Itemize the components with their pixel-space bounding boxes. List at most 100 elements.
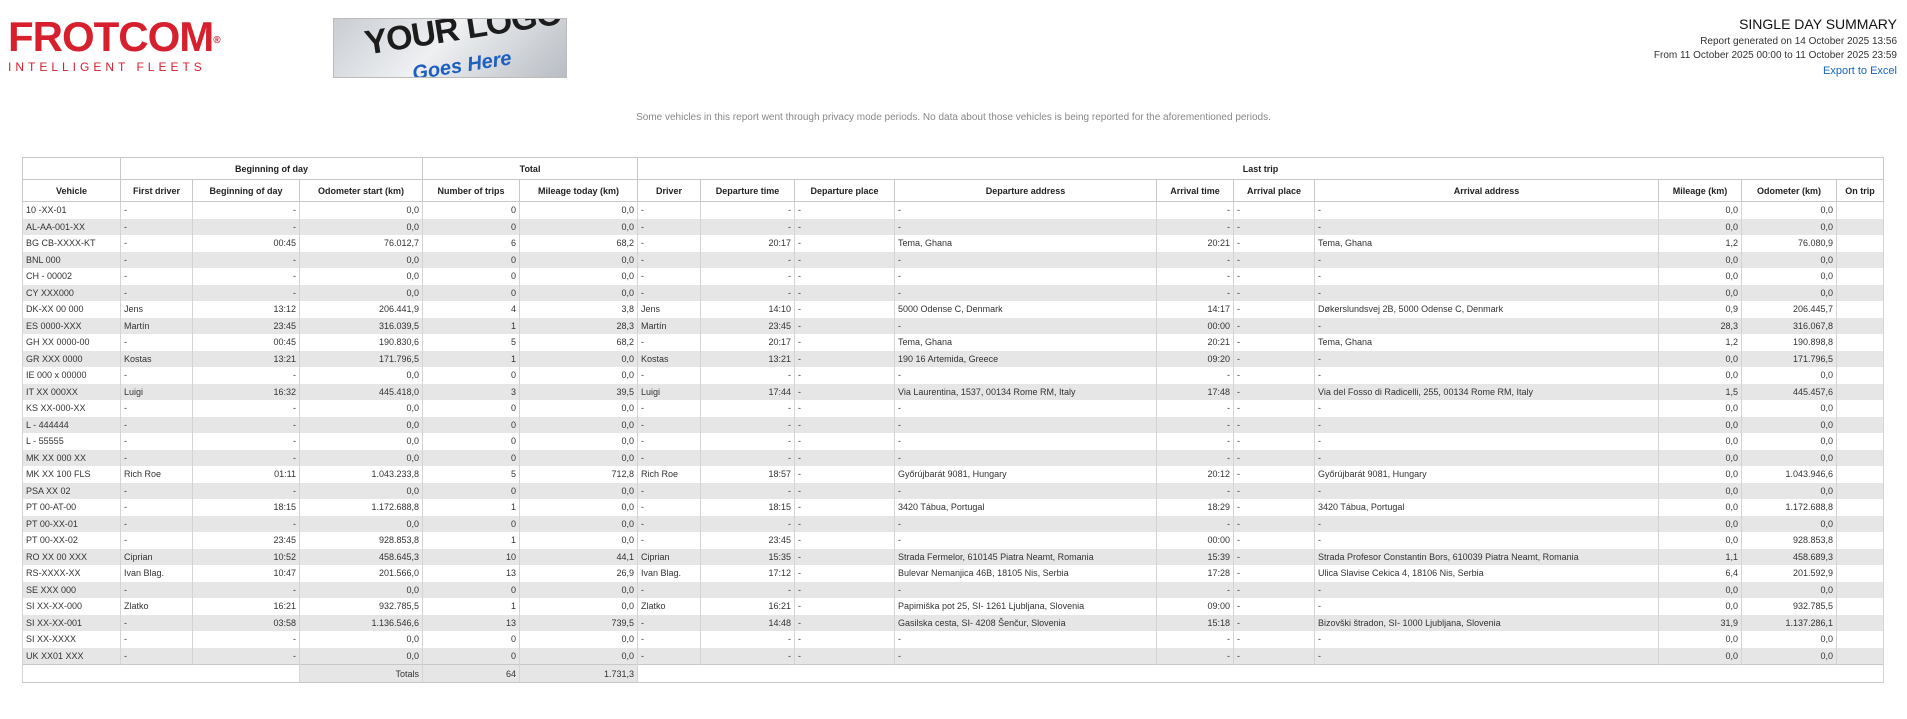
cell-arrival-place: - bbox=[1233, 532, 1316, 549]
cell-number-of-trips: 0 bbox=[422, 284, 521, 301]
cell-number-of-trips: 0 bbox=[422, 218, 521, 235]
cell-odometer: 190.898,8 bbox=[1741, 334, 1838, 351]
cell-arrival-place: - bbox=[1233, 350, 1316, 367]
report-title: SINGLE DAY SUMMARY bbox=[1739, 16, 1897, 32]
cell-first-driver: - bbox=[120, 614, 193, 631]
cell-vehicle: UK XX01 XXX bbox=[22, 647, 121, 665]
cell-mileage: 0,0 bbox=[1658, 482, 1743, 499]
cell-mileage-today: 0,0 bbox=[519, 284, 639, 301]
export-to-excel-link[interactable]: Export to Excel bbox=[1654, 63, 1897, 79]
cell-odometer: 1.172.688,8 bbox=[1741, 499, 1838, 516]
cell-beginning-of-day: 10:47 bbox=[192, 565, 300, 582]
cell-beginning-of-day: - bbox=[192, 201, 300, 219]
cell-first-driver: Kostas bbox=[120, 350, 193, 367]
cell-mileage-today: 0,0 bbox=[519, 449, 639, 466]
cell-number-of-trips: 1 bbox=[422, 532, 521, 549]
cell-arrival-time: - bbox=[1156, 251, 1235, 268]
table-row: PSA XX 02- -0,0 0 0,0- - - - - - -0,0 0,0 bbox=[22, 482, 1885, 499]
table-row: IT XX 000XX Luigi 16:32 445.418,0 3 39,5 Luigi… bbox=[22, 383, 1885, 400]
cell-beginning-of-day: 16:21 bbox=[192, 598, 300, 615]
table-row: SE XXX 000- -0,0 0 0,0- - - - - - -0,0 0,0 bbox=[22, 581, 1885, 598]
col-header-mileage-today-km: Mileage today (km) bbox=[519, 179, 639, 202]
cell-arrival-address: Tema, Ghana bbox=[1314, 334, 1660, 351]
cell-first-driver: - bbox=[120, 218, 193, 235]
cell-beginning-of-day: 23:45 bbox=[192, 317, 300, 334]
cell-departure-place: - bbox=[794, 548, 896, 565]
cell-odometer-start: 201.566,0 bbox=[298, 565, 424, 582]
cell-on-trip bbox=[1836, 235, 1885, 252]
cell-driver: - bbox=[637, 631, 702, 648]
cell-on-trip bbox=[1836, 350, 1885, 367]
cell-arrival-place: - bbox=[1233, 515, 1316, 532]
cell-odometer: 316.067,8 bbox=[1741, 317, 1838, 334]
cell-arrival-address: - bbox=[1314, 400, 1660, 417]
cell-arrival-address: - bbox=[1314, 581, 1660, 598]
cell-mileage: 0,0 bbox=[1658, 201, 1743, 219]
cell-departure-place: - bbox=[794, 532, 896, 549]
cell-mileage: 0,0 bbox=[1658, 647, 1743, 665]
cell-arrival-place: - bbox=[1233, 614, 1316, 631]
cell-departure-address: Via Laurentina, 1537, 00134 Rome RM, Ita… bbox=[894, 383, 1158, 400]
cell-departure-time: - bbox=[700, 482, 796, 499]
cell-driver: - bbox=[637, 251, 702, 268]
cell-odometer: 1.043.946,6 bbox=[1741, 466, 1838, 483]
cell-number-of-trips: 6 bbox=[422, 235, 521, 252]
cell-first-driver: - bbox=[120, 433, 193, 450]
cell-driver: - bbox=[637, 218, 702, 235]
cell-mileage-today: 0,0 bbox=[519, 367, 639, 384]
cell-departure-time: 23:45 bbox=[700, 532, 796, 549]
cell-arrival-address: - bbox=[1314, 367, 1660, 384]
table-row: 10 -XX-01- -0,0 0 0,0- - - - - - -0,0 0,0 bbox=[22, 201, 1885, 219]
cell-departure-time: 15:35 bbox=[700, 548, 796, 565]
cell-arrival-place: - bbox=[1233, 268, 1316, 285]
cell-departure-address: - bbox=[894, 201, 1158, 219]
cell-mileage: 0,9 bbox=[1658, 301, 1743, 318]
cell-departure-address: Bulevar Nemanjica 46B, 18105 Nis, Serbia bbox=[894, 565, 1158, 582]
cell-number-of-trips: 13 bbox=[422, 565, 521, 582]
col-header-number-of-trips: Number of trips bbox=[422, 179, 521, 202]
cell-first-driver: - bbox=[120, 416, 193, 433]
cell-vehicle: PT 00-XX-01 bbox=[22, 515, 121, 532]
cell-mileage: 1,2 bbox=[1658, 334, 1743, 351]
cell-vehicle: RO XX 00 XXX bbox=[22, 548, 121, 565]
totals-trips: 64 bbox=[422, 664, 521, 683]
cell-vehicle: 10 -XX-01 bbox=[22, 201, 121, 219]
cell-arrival-time: - bbox=[1156, 367, 1235, 384]
cell-arrival-address: - bbox=[1314, 449, 1660, 466]
cell-arrival-place: - bbox=[1233, 383, 1316, 400]
col-header-departure-time: Departure time bbox=[700, 179, 796, 202]
cell-mileage-today: 0,0 bbox=[519, 433, 639, 450]
cell-odometer-start: 0,0 bbox=[298, 201, 424, 219]
cell-on-trip bbox=[1836, 251, 1885, 268]
cell-mileage: 0,0 bbox=[1658, 631, 1743, 648]
cell-departure-address: - bbox=[894, 268, 1158, 285]
cell-odometer-start: 0,0 bbox=[298, 284, 424, 301]
cell-odometer-start: 0,0 bbox=[298, 581, 424, 598]
cell-arrival-place: - bbox=[1233, 416, 1316, 433]
cell-odometer-start: 0,0 bbox=[298, 367, 424, 384]
cell-mileage-today: 739,5 bbox=[519, 614, 639, 631]
cell-odometer-start: 76.012,7 bbox=[298, 235, 424, 252]
cell-arrival-address: - bbox=[1314, 218, 1660, 235]
table-row: DK-XX 00 000 Jens 13:12 206.441,9 4 3,8 Jens 14… bbox=[22, 301, 1885, 318]
cell-arrival-time: - bbox=[1156, 400, 1235, 417]
totals-trailing-blank bbox=[637, 664, 1885, 683]
cell-mileage: 0,0 bbox=[1658, 449, 1743, 466]
cell-arrival-time: 14:17 bbox=[1156, 301, 1235, 318]
cell-departure-place: - bbox=[794, 631, 896, 648]
cell-arrival-address: - bbox=[1314, 532, 1660, 549]
cell-arrival-time: 17:28 bbox=[1156, 565, 1235, 582]
cell-arrival-place: - bbox=[1233, 201, 1316, 219]
cell-departure-place: - bbox=[794, 433, 896, 450]
cell-beginning-of-day: - bbox=[192, 218, 300, 235]
table-row: UK XX01 XXX - -0,0 0 0,0- - - - - - -0,0 0,0 bbox=[22, 647, 1885, 665]
cell-beginning-of-day: - bbox=[192, 251, 300, 268]
cell-departure-address: - bbox=[894, 416, 1158, 433]
cell-vehicle: PT 00-XX-02 bbox=[22, 532, 121, 549]
cell-mileage: 0,0 bbox=[1658, 268, 1743, 285]
cell-arrival-time: 15:18 bbox=[1156, 614, 1235, 631]
cell-arrival-address: - bbox=[1314, 251, 1660, 268]
cell-arrival-place: - bbox=[1233, 647, 1316, 665]
cell-driver: - bbox=[637, 532, 702, 549]
cell-number-of-trips: 0 bbox=[422, 482, 521, 499]
